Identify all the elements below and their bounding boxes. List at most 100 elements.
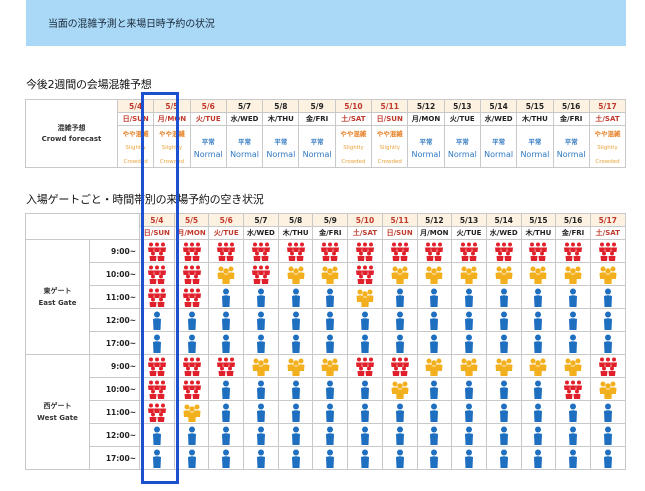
slot-cell[interactable] [520,285,557,309]
slot-cell[interactable] [589,446,626,470]
slot-cell[interactable] [347,423,383,447]
slot-cell[interactable] [277,308,314,332]
slot-cell[interactable] [312,262,349,286]
slot-cell[interactable] [416,446,453,470]
slot-cell[interactable] [347,308,383,332]
slot-cell[interactable] [589,308,626,332]
slot-cell[interactable] [555,331,591,355]
slot-cell[interactable] [277,423,314,447]
slot-cell[interactable] [173,377,210,401]
slot-cell[interactable] [173,400,210,424]
slot-cell[interactable] [139,377,175,401]
slot-cell[interactable] [347,331,383,355]
slot-cell[interactable] [173,239,210,263]
slot-cell[interactable] [381,331,418,355]
slot-cell[interactable] [208,400,245,424]
slot-cell[interactable] [485,308,522,332]
slot-cell[interactable] [139,446,175,470]
slot-cell[interactable] [520,308,557,332]
slot-cell[interactable] [555,446,591,470]
slot-cell[interactable] [589,377,626,401]
slot-cell[interactable] [520,262,557,286]
slot-cell[interactable] [277,262,314,286]
slot-cell[interactable] [347,354,383,378]
slot-cell[interactable] [485,446,522,470]
slot-cell[interactable] [173,354,210,378]
slot-cell[interactable] [589,262,626,286]
slot-cell[interactable] [243,331,279,355]
slot-cell[interactable] [243,308,279,332]
slot-cell[interactable] [555,423,591,447]
slot-cell[interactable] [555,285,591,309]
slot-cell[interactable] [416,423,453,447]
slot-cell[interactable] [243,262,279,286]
slot-cell[interactable] [139,285,175,309]
slot-cell[interactable] [381,423,418,447]
slot-cell[interactable] [347,239,383,263]
slot-cell[interactable] [347,262,383,286]
slot-cell[interactable] [520,377,557,401]
slot-cell[interactable] [277,239,314,263]
slot-cell[interactable] [277,331,314,355]
slot-cell[interactable] [243,239,279,263]
slot-cell[interactable] [589,423,626,447]
slot-cell[interactable] [451,354,487,378]
slot-cell[interactable] [416,377,453,401]
slot-cell[interactable] [381,285,418,309]
slot-cell[interactable] [312,377,349,401]
slot-cell[interactable] [312,331,349,355]
slot-cell[interactable] [520,331,557,355]
slot-cell[interactable] [208,308,245,332]
slot-cell[interactable] [520,400,557,424]
slot-cell[interactable] [277,377,314,401]
slot-cell[interactable] [381,446,418,470]
slot-cell[interactable] [555,308,591,332]
slot-cell[interactable] [208,262,245,286]
slot-cell[interactable] [139,400,175,424]
slot-cell[interactable] [208,285,245,309]
slot-cell[interactable] [243,400,279,424]
slot-cell[interactable] [277,446,314,470]
slot-cell[interactable] [208,446,245,470]
slot-cell[interactable] [208,354,245,378]
slot-cell[interactable] [381,239,418,263]
slot-cell[interactable] [451,285,487,309]
slot-cell[interactable] [589,239,626,263]
slot-cell[interactable] [312,285,349,309]
slot-cell[interactable] [243,285,279,309]
slot-cell[interactable] [173,331,210,355]
slot-cell[interactable] [485,423,522,447]
slot-cell[interactable] [139,354,175,378]
slot-cell[interactable] [277,285,314,309]
slot-cell[interactable] [173,262,210,286]
slot-cell[interactable] [277,400,314,424]
slot-cell[interactable] [416,354,453,378]
slot-cell[interactable] [312,423,349,447]
slot-cell[interactable] [416,285,453,309]
slot-cell[interactable] [485,400,522,424]
slot-cell[interactable] [451,377,487,401]
slot-cell[interactable] [451,308,487,332]
slot-cell[interactable] [485,354,522,378]
slot-cell[interactable] [416,239,453,263]
slot-cell[interactable] [208,423,245,447]
slot-cell[interactable] [347,377,383,401]
slot-cell[interactable] [139,308,175,332]
slot-cell[interactable] [173,285,210,309]
slot-cell[interactable] [485,377,522,401]
slot-cell[interactable] [555,354,591,378]
slot-cell[interactable] [555,377,591,401]
slot-cell[interactable] [381,354,418,378]
slot-cell[interactable] [381,377,418,401]
slot-cell[interactable] [347,446,383,470]
slot-cell[interactable] [416,331,453,355]
slot-cell[interactable] [312,354,349,378]
slot-cell[interactable] [381,262,418,286]
slot-cell[interactable] [520,239,557,263]
slot-cell[interactable] [243,377,279,401]
slot-cell[interactable] [451,400,487,424]
slot-cell[interactable] [589,331,626,355]
slot-cell[interactable] [451,331,487,355]
slot-cell[interactable] [416,308,453,332]
slot-cell[interactable] [485,331,522,355]
